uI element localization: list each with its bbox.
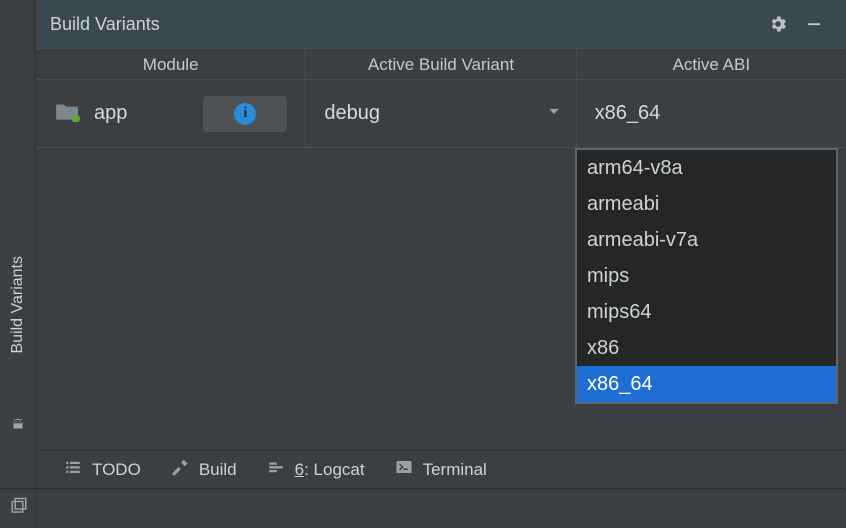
- abi-option-armeabi[interactable]: armeabi: [577, 186, 836, 222]
- bottom-tool-bar: TODO Build 6: Logcat Terminal: [36, 450, 846, 488]
- abi-option-mips64[interactable]: mips64: [577, 294, 836, 330]
- terminal-icon: [395, 458, 413, 481]
- abi-option-x86_64[interactable]: x86_64: [577, 366, 836, 402]
- status-bar: [0, 488, 846, 528]
- minimize-button[interactable]: [800, 10, 828, 38]
- tool-build[interactable]: Build: [171, 458, 237, 481]
- abi-option-x86[interactable]: x86: [577, 330, 836, 366]
- abi-option-armeabi-v7a[interactable]: armeabi-v7a: [577, 222, 836, 258]
- module-folder-icon: [54, 100, 80, 128]
- android-icon: [9, 415, 27, 438]
- table-header-row: Module Active Build Variant Active ABI: [36, 48, 846, 80]
- hammer-icon: [171, 458, 189, 481]
- abi-option-mips[interactable]: mips: [577, 258, 836, 294]
- chevron-down-icon: [546, 103, 562, 119]
- tool-terminal[interactable]: Terminal: [395, 458, 487, 481]
- abi-value: x86_64: [595, 102, 661, 125]
- tool-build-label: Build: [199, 460, 237, 480]
- module-name: app: [94, 102, 127, 125]
- cell-module[interactable]: app i: [36, 80, 306, 148]
- abi-dropdown[interactable]: arm64-v8aarmeabiarmeabi-v7amipsmips64x86…: [575, 148, 838, 404]
- sidebar-tab-label: Build Variants: [9, 256, 27, 354]
- list-icon: [64, 458, 82, 481]
- panel-title: Build Variants: [50, 14, 756, 35]
- module-info-badge[interactable]: i: [203, 96, 287, 132]
- tool-logcat-label: 6: Logcat: [295, 460, 365, 480]
- variant-dropdown-trigger[interactable]: [546, 102, 562, 125]
- left-gutter: Build Variants: [0, 0, 36, 528]
- tool-logcat[interactable]: 6: Logcat: [267, 458, 365, 481]
- cell-build-variant[interactable]: debug: [306, 80, 576, 148]
- sidebar-tab-build-variants[interactable]: Build Variants: [0, 190, 36, 420]
- settings-button[interactable]: [764, 10, 792, 38]
- tool-terminal-label: Terminal: [423, 460, 487, 480]
- tool-todo[interactable]: TODO: [64, 458, 141, 481]
- header-variant: Active Build Variant: [306, 48, 576, 79]
- gear-icon: [768, 14, 788, 34]
- variant-value: debug: [324, 102, 380, 125]
- info-icon: i: [234, 103, 256, 125]
- windows-icon[interactable]: [10, 497, 28, 520]
- minimize-icon: [805, 15, 823, 33]
- panel-title-bar: Build Variants: [36, 0, 846, 48]
- abi-option-arm64-v8a[interactable]: arm64-v8a: [577, 150, 836, 186]
- cell-active-abi[interactable]: x86_64: [577, 80, 846, 148]
- table-row: app i debug x86_64: [36, 80, 846, 148]
- tool-todo-label: TODO: [92, 460, 141, 480]
- header-module: Module: [36, 48, 306, 79]
- header-abi: Active ABI: [577, 48, 846, 79]
- logcat-icon: [267, 458, 285, 481]
